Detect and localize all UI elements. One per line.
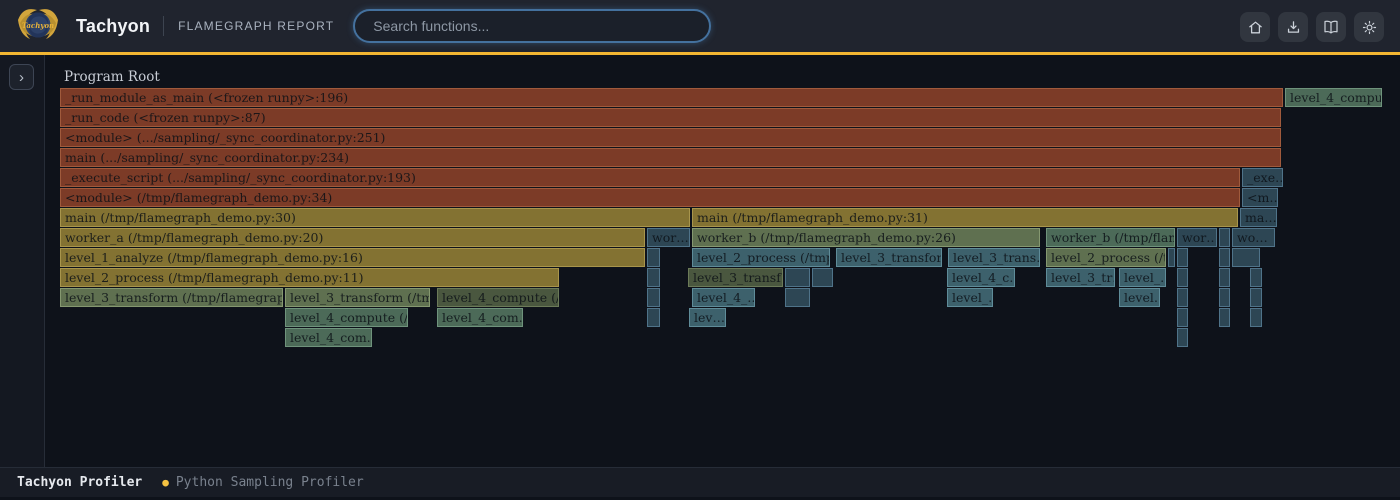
flame-bar[interactable]: level_3_transform… <box>836 248 942 267</box>
flame-bar[interactable]: _run_module_as_main (<frozen runpy>:196) <box>60 88 1283 107</box>
flame-bar[interactable]: main (/tmp/flamegraph_demo.py:31) <box>692 208 1238 227</box>
flame-bar[interactable]: level_2_process (/tmp/fla… <box>692 248 830 267</box>
flame-bar[interactable]: <module> (/tmp/flamegraph_demo.py:34) <box>60 188 1240 207</box>
flame-bar[interactable]: level_2_process (/tm… <box>1046 248 1166 267</box>
flame-bar[interactable] <box>1232 248 1260 267</box>
flame-bar[interactable] <box>647 248 660 267</box>
status-dot-icon: ● <box>162 476 169 489</box>
flame-bar[interactable]: level_4_… <box>692 288 755 307</box>
tachyon-logo-icon: Tachyon <box>16 3 60 49</box>
toolbar <box>1240 12 1384 42</box>
flame-bar[interactable]: lev… <box>689 308 726 327</box>
flame-bar[interactable]: level_3_trans… <box>948 248 1040 267</box>
flame-bar[interactable] <box>1177 308 1188 327</box>
download-icon <box>1285 19 1302 36</box>
app-title: Tachyon <box>76 16 150 37</box>
book-icon <box>1322 18 1340 36</box>
flame-bar[interactable]: level_4_c… <box>947 268 1015 287</box>
flame-bar[interactable] <box>1177 328 1188 347</box>
flame-bar[interactable] <box>647 308 660 327</box>
flame-bar[interactable]: level_2_process (/tmp/flamegraph_demo.py… <box>60 268 559 287</box>
sidebar: › <box>0 55 45 467</box>
flamegraph: Program Root _run_module_as_main (<froze… <box>45 55 1400 467</box>
flame-bar[interactable]: level_4_comput… <box>1285 88 1382 107</box>
flame-bar[interactable]: wor… <box>1177 228 1217 247</box>
flame-bar[interactable]: level_3_transform (/tmp/flamegraph_dem… <box>60 288 283 307</box>
search-input[interactable] <box>353 9 711 43</box>
status-bar: Tachyon Profiler ● Python Sampling Profi… <box>0 467 1400 497</box>
flame-bar[interactable]: worker_a (/tmp/flamegraph_demo.py:20) <box>60 228 645 247</box>
download-button[interactable] <box>1278 12 1308 42</box>
flame-bar[interactable]: level_… <box>947 288 993 307</box>
header-divider <box>163 16 164 36</box>
report-label: FLAMEGRAPH REPORT <box>178 19 334 33</box>
flame-bar[interactable] <box>1219 268 1230 287</box>
flame-bar[interactable] <box>1250 268 1262 287</box>
svg-text:Tachyon: Tachyon <box>22 21 54 30</box>
flame-bar[interactable]: worker_b (/tmp/flamegraph_demo.py:26) <box>692 228 1040 247</box>
flame-bar[interactable]: _execute_script (.../sampling/_sync_coor… <box>60 168 1240 187</box>
theme-button[interactable] <box>1354 12 1384 42</box>
flame-bar[interactable] <box>1219 308 1230 327</box>
flame-bar[interactable] <box>1250 308 1262 327</box>
flame-bar[interactable]: level_3_tr… <box>1046 268 1115 287</box>
content: › Program Root _run_module_as_main (<fro… <box>0 55 1400 467</box>
flame-bar[interactable] <box>1219 288 1230 307</box>
flame-bar[interactable]: _exe… <box>1242 168 1283 187</box>
docs-button[interactable] <box>1316 12 1346 42</box>
flame-bar[interactable]: level_4_com… <box>437 308 523 327</box>
status-profiler-type: Python Sampling Profiler <box>176 475 364 490</box>
flame-bar[interactable]: _run_code (<frozen runpy>:87) <box>60 108 1281 127</box>
flame-bar[interactable]: ma… <box>1240 208 1277 227</box>
flame-bar[interactable] <box>1250 288 1262 307</box>
flame-bar[interactable]: level_3_transf… <box>688 268 783 287</box>
flame-bar[interactable]: worker_b (/tmp/flame… <box>1046 228 1175 247</box>
flame-bar[interactable]: level_… <box>1119 268 1166 287</box>
flame-bar[interactable] <box>1177 268 1188 287</box>
flame-bar[interactable] <box>1177 248 1188 267</box>
flame-bar[interactable]: level_4_compute (/t… <box>285 308 408 327</box>
flame-bar[interactable] <box>647 268 660 287</box>
flame-bar[interactable] <box>785 288 810 307</box>
header: Tachyon Tachyon FLAMEGRAPH REPORT <box>0 0 1400 55</box>
flame-bar[interactable]: level_1_analyze (/tmp/flamegraph_demo.py… <box>60 248 645 267</box>
flame-bar[interactable]: level… <box>1119 288 1160 307</box>
home-icon <box>1247 19 1264 36</box>
home-button[interactable] <box>1240 12 1270 42</box>
flame-bar[interactable] <box>812 268 833 287</box>
flame-bar[interactable] <box>1219 248 1230 267</box>
flame-bar[interactable]: level_4_compute (/t… <box>437 288 559 307</box>
status-app-name: Tachyon Profiler <box>17 475 142 490</box>
brightness-icon <box>1361 19 1378 36</box>
flame-root-frame[interactable]: Program Root <box>64 69 160 85</box>
flame-bar[interactable] <box>1219 228 1230 247</box>
flame-bar[interactable]: wor… <box>647 228 690 247</box>
flame-bar[interactable]: main (.../sampling/_sync_coordinator.py:… <box>60 148 1281 167</box>
flame-bar[interactable]: <module> (.../sampling/_sync_coordinator… <box>60 128 1281 147</box>
flame-bar[interactable]: main (/tmp/flamegraph_demo.py:30) <box>60 208 690 227</box>
flame-bar[interactable] <box>1177 288 1188 307</box>
flame-bar[interactable] <box>785 268 810 287</box>
flame-bar[interactable] <box>647 288 660 307</box>
flame-bar[interactable]: <m… <box>1242 188 1278 207</box>
sidebar-toggle-button[interactable]: › <box>9 64 34 90</box>
flame-bar[interactable] <box>1168 248 1175 267</box>
flame-bar[interactable]: level_4_com… <box>285 328 372 347</box>
chevron-right-icon: › <box>19 70 24 85</box>
flame-bar[interactable]: wo… <box>1232 228 1275 247</box>
flame-bar[interactable]: level_3_transform (/tmp/fl… <box>285 288 430 307</box>
